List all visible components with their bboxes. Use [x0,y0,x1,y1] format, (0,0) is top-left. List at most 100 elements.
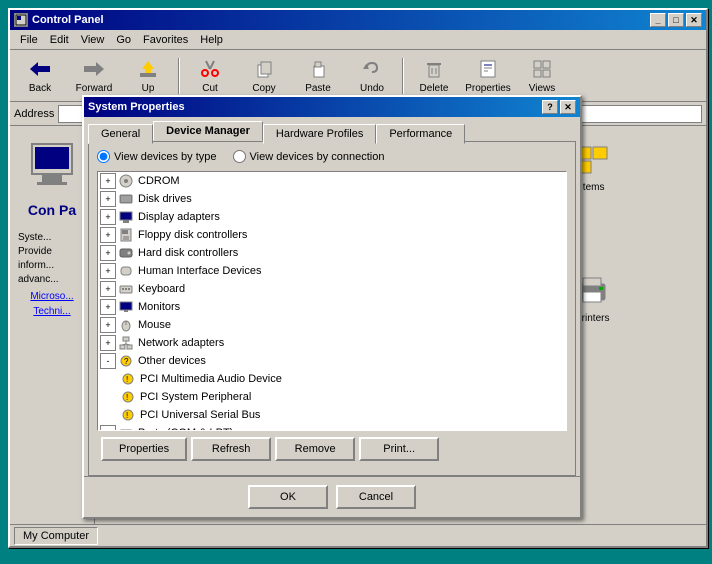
sidebar-title: Con Pa [28,202,76,219]
expand-network[interactable]: + [100,335,116,351]
menu-file[interactable]: File [14,32,44,48]
statusbar: My Computer [10,524,706,546]
minimize-button[interactable]: _ [650,13,666,27]
up-button[interactable]: Up [122,54,174,98]
cut-button[interactable]: Cut [184,54,236,98]
tree-item-pci-audio[interactable]: ! PCI Multimedia Audio Device [98,370,566,388]
menu-view[interactable]: View [75,32,111,48]
undo-button[interactable]: Undo [346,54,398,98]
back-icon [28,57,52,81]
device-tree[interactable]: + CDROM + Disk drives + Display [97,171,567,431]
tree-item-disk[interactable]: + Disk drives [98,190,566,208]
print-button[interactable]: Print... [359,437,439,461]
undo-icon [360,57,384,81]
tree-item-display[interactable]: + Display adapters [98,208,566,226]
menu-favorites[interactable]: Favorites [137,32,194,48]
refresh-button[interactable]: Refresh [191,437,271,461]
properties-action-button[interactable]: Properties [101,437,187,461]
back-button[interactable]: Back [14,54,66,98]
copy-label: Copy [252,83,275,94]
tree-item-hard[interactable]: + Hard disk controllers [98,244,566,262]
tree-item-floppy[interactable]: + Floppy disk controllers [98,226,566,244]
tree-item-hid[interactable]: + Human Interface Devices [98,262,566,280]
paste-button[interactable]: Paste [292,54,344,98]
ok-button[interactable]: OK [248,485,328,509]
delete-button[interactable]: Delete [408,54,460,98]
sidebar-link-1[interactable]: Microso... [30,291,73,302]
maximize-button[interactable]: □ [668,13,684,27]
delete-label: Delete [420,83,449,94]
tree-item-keyboard[interactable]: + Keyboard [98,280,566,298]
network-icon [118,335,134,351]
titlebar-title-area: Control Panel [14,13,104,27]
views-icon [530,57,554,81]
tree-item-cdrom[interactable]: + CDROM [98,172,566,190]
cancel-button[interactable]: Cancel [336,485,416,509]
expand-cdrom[interactable]: + [100,173,116,189]
svg-text:!: ! [126,393,128,402]
menu-help[interactable]: Help [194,32,229,48]
pci-sys-icon: ! [120,389,136,405]
tree-item-monitors[interactable]: + Monitors [98,298,566,316]
cut-icon [198,57,222,81]
radio-by-connection[interactable]: View devices by connection [233,150,385,163]
titlebar-buttons: _ □ ✕ [650,13,702,27]
expand-disk[interactable]: + [100,191,116,207]
forward-label: Forward [76,83,113,94]
up-label: Up [142,83,155,94]
remove-button[interactable]: Remove [275,437,355,461]
tab-hardware-profiles[interactable]: Hardware Profiles [263,124,376,144]
tab-device-manager[interactable]: Device Manager [153,121,263,141]
expand-display[interactable]: + [100,209,116,225]
views-button[interactable]: Views [516,54,568,98]
expand-other[interactable]: - [100,353,116,369]
dialog-titlebar-buttons: ? ✕ [542,100,576,114]
dialog-action-buttons: Properties Refresh Remove Print... [101,437,563,461]
tree-item-other[interactable]: - ? Other devices [98,352,566,370]
window-icon [14,13,28,27]
expand-monitors[interactable]: + [100,299,116,315]
window-title: Control Panel [32,14,104,26]
tree-item-network[interactable]: + Network adapters [98,334,566,352]
expand-keyboard[interactable]: + [100,281,116,297]
tree-item-ports[interactable]: + Ports (COM & LPT) [98,424,566,431]
properties-button[interactable]: Properties [462,54,514,98]
expand-hard[interactable]: + [100,245,116,261]
expand-hid[interactable]: + [100,263,116,279]
dialog-titlebar: System Properties ? ✕ [84,97,580,117]
ok-cancel-row: OK Cancel [84,476,580,517]
pci-usb-icon: ! [120,407,136,423]
radio-by-type[interactable]: View devices by type [97,150,217,163]
dialog-close-button[interactable]: ✕ [560,100,576,114]
sidebar-description: Syste... Provide inform... advanc... [18,231,86,287]
radio-by-connection-input[interactable] [233,150,246,163]
tab-performance[interactable]: Performance [376,124,465,144]
tab-content: View devices by type View devices by con… [88,141,576,476]
toolbar-separator-1 [178,58,180,94]
expand-mouse[interactable]: + [100,317,116,333]
tree-item-pci-usb[interactable]: ! PCI Universal Serial Bus [98,406,566,424]
radio-by-type-input[interactable] [97,150,110,163]
window-titlebar: Control Panel _ □ ✕ [10,10,706,30]
hard-disk-icon [118,245,134,261]
hid-icon [118,263,134,279]
menu-go[interactable]: Go [110,32,137,48]
ports-icon [118,425,134,431]
sidebar-link-2[interactable]: Techni... [33,306,70,317]
forward-icon [82,57,106,81]
tab-general[interactable]: General [88,124,153,144]
expand-floppy[interactable]: + [100,227,116,243]
tree-item-mouse[interactable]: + Mouse [98,316,566,334]
close-button[interactable]: ✕ [686,13,702,27]
dialog-help-button[interactable]: ? [542,100,558,114]
forward-button[interactable]: Forward [68,54,120,98]
address-label: Address [14,108,54,120]
menu-edit[interactable]: Edit [44,32,75,48]
tabs-container: General Device Manager Hardware Profiles… [84,117,580,141]
copy-button[interactable]: Copy [238,54,290,98]
monitor-tree-icon [118,299,134,315]
views-label: Views [529,83,556,94]
paste-label: Paste [305,83,331,94]
expand-ports[interactable]: + [100,425,116,431]
tree-item-pci-sys[interactable]: ! PCI System Peripheral [98,388,566,406]
